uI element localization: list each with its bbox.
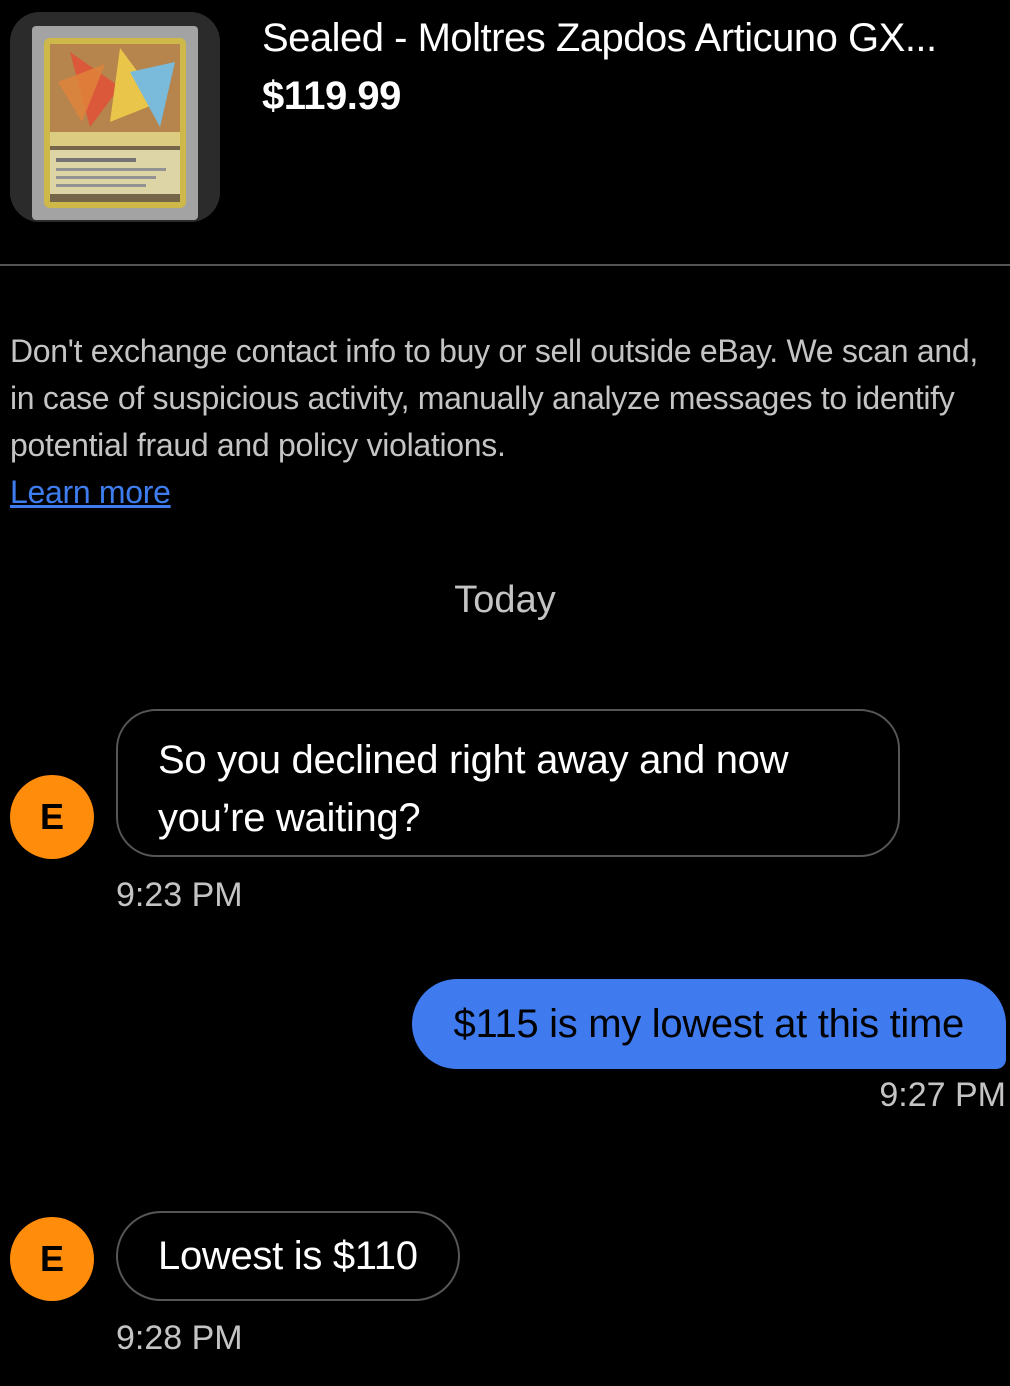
avatar-initial: E xyxy=(39,1238,64,1279)
safety-notice-text: Don't exchange contact info to buy or se… xyxy=(10,333,978,463)
message-timestamp: 9:23 PM xyxy=(116,876,243,914)
avatar-initial: E xyxy=(39,796,64,837)
message-timestamp: 9:28 PM xyxy=(116,1319,243,1357)
incoming-message-bubble[interactable]: Lowest is $110 xyxy=(116,1211,460,1301)
incoming-message-bubble[interactable]: So you declined right away and now you’r… xyxy=(116,709,900,857)
item-title[interactable]: Sealed - Moltres Zapdos Articuno GX... xyxy=(262,14,1007,62)
sender-avatar[interactable]: E xyxy=(10,1217,94,1301)
pokemon-card-icon xyxy=(10,12,220,222)
message-timestamp: 9:27 PM xyxy=(879,1076,1006,1114)
sender-avatar[interactable]: E xyxy=(10,775,94,859)
message-text: you’re waiting? xyxy=(158,796,421,840)
message-text: So you declined right away and now xyxy=(158,738,789,782)
header-divider xyxy=(0,264,1010,266)
outgoing-message-bubble[interactable]: $115 is my lowest at this time xyxy=(411,979,1006,1069)
safety-notice: Don't exchange contact info to buy or se… xyxy=(10,328,995,516)
message-text: $115 is my lowest at this time xyxy=(453,1002,965,1046)
item-thumbnail[interactable] xyxy=(10,12,220,222)
learn-more-link[interactable]: Learn more xyxy=(10,469,171,516)
message-text: Lowest is $110 xyxy=(158,1234,418,1278)
item-price: $119.99 xyxy=(262,74,401,118)
day-separator: Today xyxy=(454,579,556,621)
conversation-screen: Sealed - Moltres Zapdos Articuno GX... $… xyxy=(0,0,1010,1386)
